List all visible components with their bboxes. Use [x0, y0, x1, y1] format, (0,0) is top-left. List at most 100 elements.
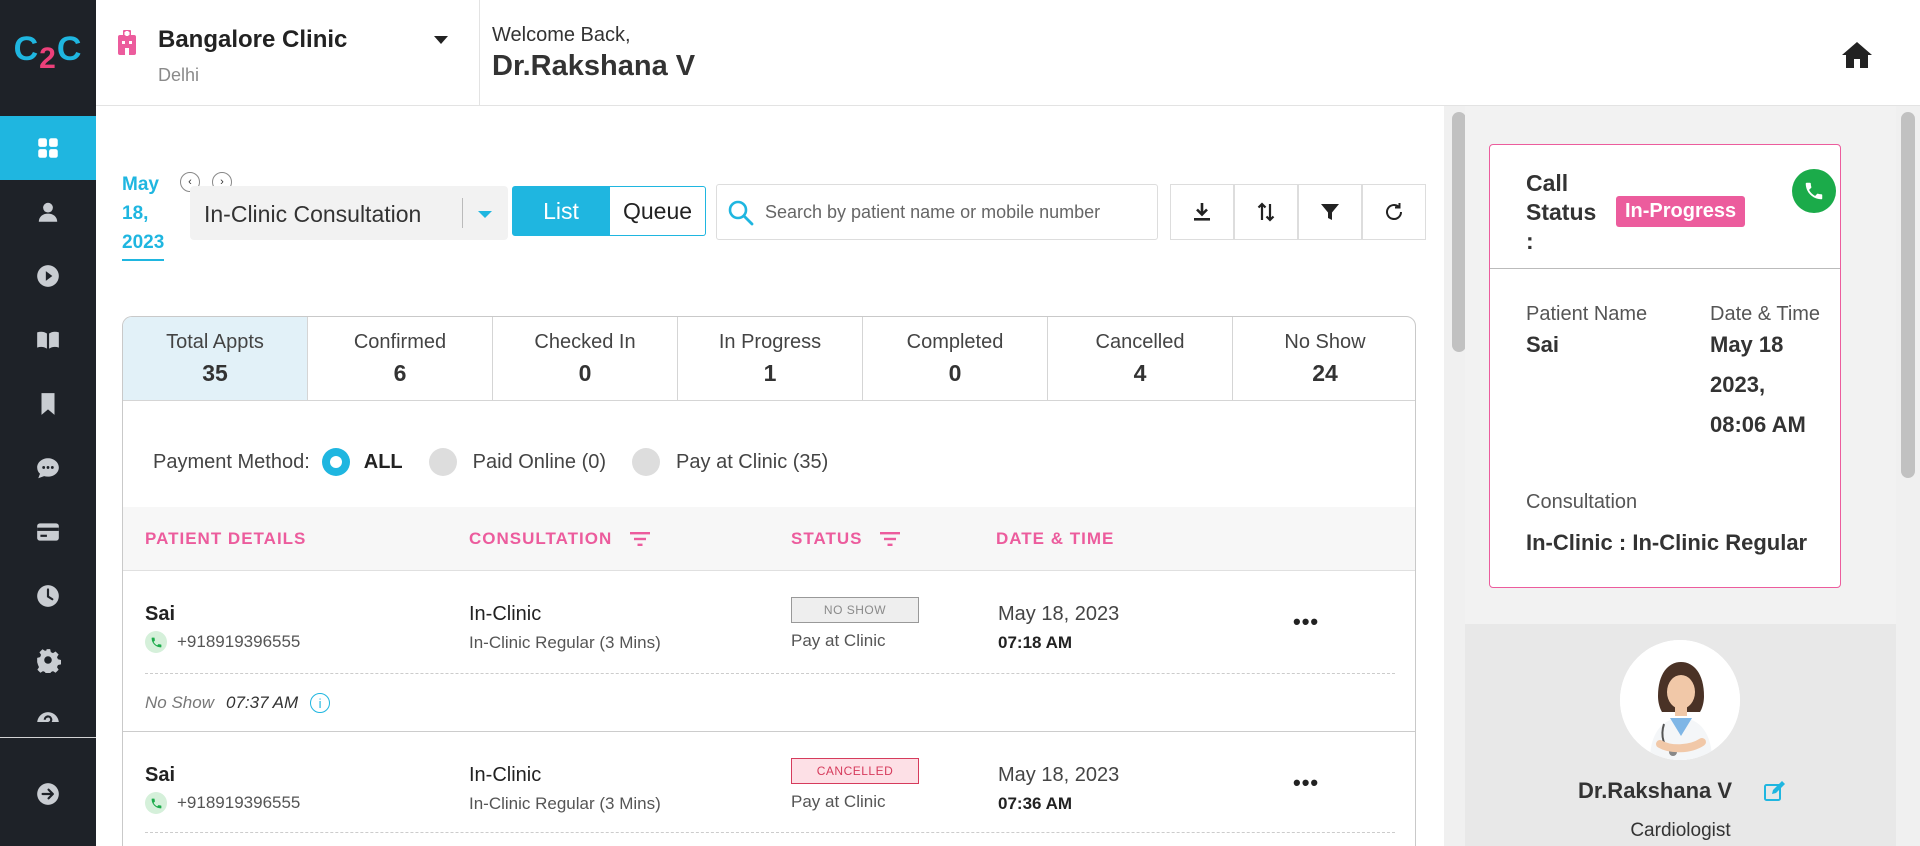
patient-phone: +918919396555 — [145, 631, 300, 653]
scrollbar-thumb[interactable] — [1901, 112, 1915, 478]
phone-icon[interactable] — [145, 631, 167, 653]
phone-icon — [1805, 182, 1823, 200]
stats-tabs: Total Appts 35 Confirmed 6 Checked In 0 In … — [123, 317, 1415, 401]
stat-in-progress[interactable]: In Progress 1 — [678, 317, 863, 400]
scrollbar-thumb[interactable] — [1452, 112, 1466, 352]
caret-down-icon — [478, 211, 492, 218]
call-status-badge: In-Progress — [1616, 196, 1746, 227]
payment-option-online[interactable]: Paid Online (0) — [428, 448, 606, 476]
app-logo[interactable]: C2C — [0, 30, 96, 75]
phone-icon[interactable] — [145, 792, 167, 814]
sort-button[interactable] — [1234, 184, 1298, 240]
col-date-time: DATE & TIME — [996, 529, 1114, 549]
nav-billing[interactable] — [0, 500, 96, 564]
filter-lines-icon[interactable] — [880, 532, 901, 546]
stat-value: 0 — [948, 360, 962, 386]
call-date: May 18 — [1710, 332, 1784, 357]
download-button[interactable] — [1170, 184, 1234, 240]
view-queue-button[interactable]: Queue — [610, 186, 706, 236]
stat-cancelled[interactable]: Cancelled 4 — [1048, 317, 1233, 400]
patient-name-label: Patient Name — [1526, 303, 1648, 325]
consultation-type: In-Clinic — [469, 603, 542, 625]
caret-down-icon[interactable] — [434, 36, 448, 44]
call-label-word: Call — [1526, 170, 1569, 196]
table-row[interactable]: Sai +918919396555 In-Clinic In-Clinic Re… — [123, 732, 1415, 846]
call-status-label: Call Status : — [1526, 169, 1606, 256]
stat-value: 1 — [763, 360, 777, 386]
clock-icon — [37, 585, 59, 607]
doctor-profile: Dr.Rakshana V Cardiologist — [1465, 624, 1896, 846]
date-picker[interactable]: May 18, 2023 — [122, 170, 165, 261]
refresh-button[interactable] — [1362, 184, 1426, 240]
patient-name: Sai — [145, 764, 176, 786]
appointment-time: 07:18 AM — [998, 633, 1073, 652]
stat-label: No Show — [1284, 331, 1366, 353]
stat-label: Cancelled — [1095, 331, 1185, 353]
row-divider — [145, 673, 1395, 674]
nav-library[interactable] — [0, 308, 96, 372]
doctor-avatar[interactable] — [1620, 640, 1740, 760]
search-icon — [728, 200, 754, 226]
logo-c1: C — [13, 30, 40, 68]
consultation-label: Consultation — [1526, 491, 1638, 513]
nav-bookmarks[interactable] — [0, 372, 96, 436]
stat-checked-in[interactable]: Checked In 0 — [493, 317, 678, 400]
stat-completed[interactable]: Completed 0 — [863, 317, 1048, 400]
select-separator — [462, 198, 463, 228]
stat-total-appts[interactable]: Total Appts 35 — [123, 317, 308, 400]
payment-option-all[interactable]: ALL — [321, 448, 403, 476]
bookmark-icon — [41, 393, 55, 415]
nav-patients[interactable] — [0, 180, 96, 244]
filter-icon — [1321, 204, 1339, 220]
edit-icon[interactable] — [1762, 780, 1786, 804]
panel-scrollbar[interactable] — [1896, 106, 1920, 846]
doctor-name: Dr.Rakshana V — [492, 50, 696, 82]
play-circle-icon — [37, 265, 59, 287]
download-icon — [1194, 203, 1210, 221]
appointment-time: 07:36 AM — [998, 794, 1073, 813]
doctor-specialty: Cardiologist — [1630, 820, 1731, 841]
clinic-selector[interactable]: Bangalore Clinic Delhi — [96, 0, 480, 106]
consultation-type: In-Clinic — [469, 764, 542, 786]
date-time-label: Date & Time — [1710, 303, 1821, 325]
consultation-type-value: In-Clinic Consultation — [204, 201, 422, 227]
consultation-value: In-Clinic : In-Clinic Regular — [1526, 530, 1808, 555]
top-header: Bangalore Clinic Delhi Welcome Back, Dr.… — [96, 0, 1920, 106]
nav-settings[interactable] — [0, 628, 96, 692]
card-icon — [37, 523, 59, 541]
status-note: No Show 07:37 AM i — [145, 693, 331, 713]
nav-logout[interactable] — [0, 762, 96, 826]
nav-history[interactable] — [0, 564, 96, 628]
search-input[interactable] — [765, 195, 1145, 229]
consultation-subtype: In-Clinic Regular (3 Mins) — [469, 794, 661, 813]
gear-icon — [37, 649, 61, 673]
payment-option-clinic[interactable]: Pay at Clinic (35) — [632, 448, 828, 476]
home-icon[interactable] — [1841, 40, 1873, 70]
stat-confirmed[interactable]: Confirmed 6 — [308, 317, 493, 400]
table-row[interactable]: Sai +918919396555 In-Clinic In-Clinic Re… — [123, 571, 1415, 731]
grid-icon — [38, 138, 58, 158]
doctor-avatar-image — [1620, 640, 1740, 760]
info-icon[interactable]: i — [310, 693, 331, 713]
table-header: PATIENT DETAILS CONSULTATION STATUS DATE… — [123, 507, 1415, 571]
stat-no-show[interactable]: No Show 24 — [1233, 317, 1415, 400]
nav-messages[interactable] — [0, 436, 96, 500]
consultation-type-select[interactable]: In-Clinic Consultation — [190, 186, 508, 240]
payment-method-filter: Payment Method: ALL Paid Online (0) Pay … — [153, 447, 828, 477]
appointment-date: May 18, 2023 — [998, 764, 1120, 786]
nav-help[interactable] — [0, 692, 96, 722]
date-day: 18, — [122, 203, 149, 224]
stat-value: 35 — [202, 360, 228, 386]
nav-dashboard[interactable] — [0, 116, 96, 180]
more-options-icon[interactable]: ••• — [1293, 609, 1319, 635]
view-list-button[interactable]: List — [512, 186, 610, 236]
filter-button[interactable] — [1298, 184, 1362, 240]
right-panel: Call Status : In-Progress Patient Name S… — [1465, 106, 1920, 846]
more-options-icon[interactable]: ••• — [1293, 770, 1319, 796]
call-button[interactable] — [1792, 169, 1836, 213]
column-header: STATUS — [791, 529, 863, 548]
status-badge: CANCELLED — [791, 758, 919, 784]
filter-lines-icon[interactable] — [630, 532, 651, 546]
nav-video[interactable] — [0, 244, 96, 308]
call-label-word: Status — [1526, 199, 1597, 225]
